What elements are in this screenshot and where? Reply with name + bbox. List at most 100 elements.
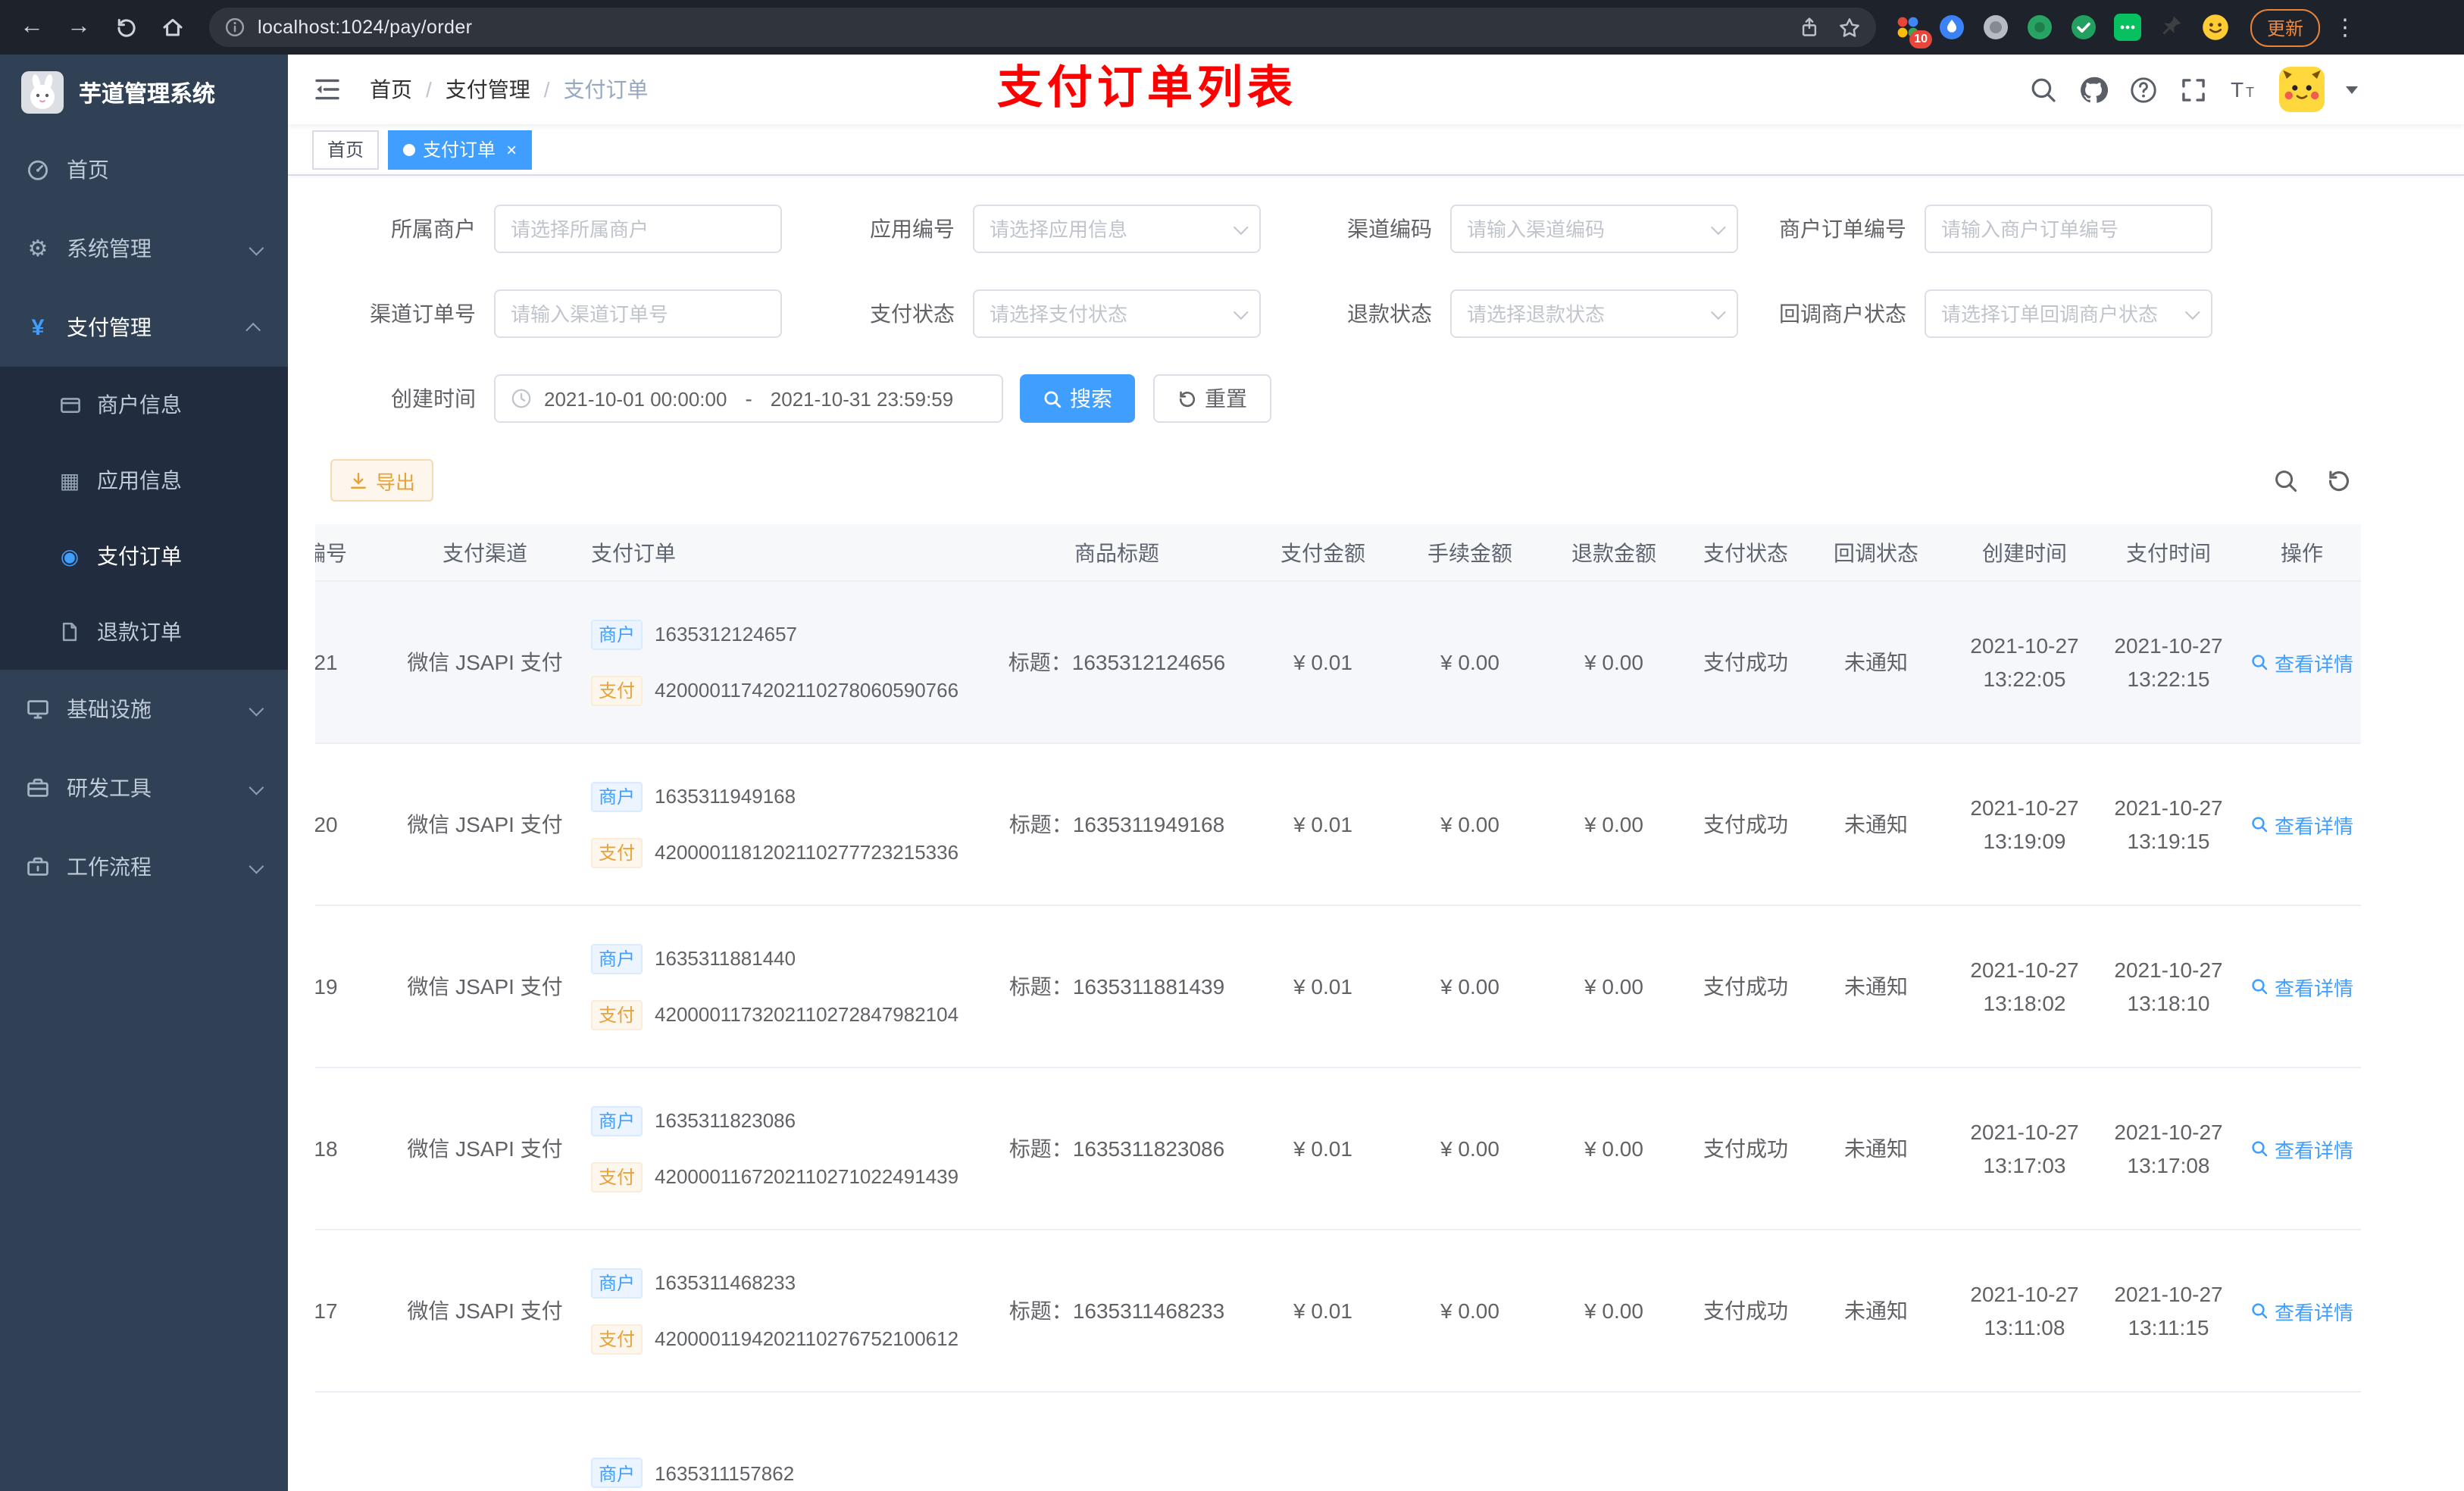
fullscreen-icon[interactable] <box>2179 75 2208 104</box>
chevron-down-icon <box>2184 304 2200 320</box>
channel-code-select[interactable] <box>1450 205 1738 253</box>
cell-pay-order: 商户 1635311157862 支付 <box>579 1393 994 1491</box>
cell-pay-order: 商户 1635311949168 支付 42000011812021102777… <box>579 744 994 905</box>
notify-status-input[interactable] <box>1941 302 2176 325</box>
app-input[interactable] <box>990 217 1224 240</box>
top-navbar: 首页 / 支付管理 / 支付订单 支付订单列表 TT <box>288 55 2464 124</box>
search-button[interactable]: 搜索 <box>1020 374 1135 423</box>
tab-pay-order[interactable]: 支付订单 × <box>388 130 533 169</box>
cell-action: 查看详情 <box>2243 1393 2361 1491</box>
pay-status-input[interactable] <box>990 302 1224 325</box>
font-size-icon[interactable]: TT <box>2229 75 2258 104</box>
refresh-button[interactable] <box>2326 467 2352 493</box>
view-detail-link[interactable]: 查看详情 <box>2250 1296 2353 1325</box>
site-info-icon[interactable] <box>224 17 245 38</box>
view-detail-link[interactable]: 查看详情 <box>2250 1134 2353 1163</box>
back-button[interactable]: ← <box>12 8 52 47</box>
sidebar-item-devtools[interactable]: 研发工具 <box>0 749 288 827</box>
breadcrumb-payment[interactable]: 支付管理 <box>446 74 530 105</box>
merchant-select[interactable] <box>494 205 782 253</box>
merchant-order-no-field[interactable] <box>1925 205 2212 253</box>
back-icon: ← <box>20 14 44 39</box>
bookmark-star-icon[interactable] <box>1838 16 1861 39</box>
help-icon[interactable] <box>2129 75 2158 104</box>
cell-status <box>1694 1393 1797 1491</box>
sidebar-item-label: 支付订单 <box>97 544 182 568</box>
merchant-order-no-input[interactable] <box>1941 217 2196 240</box>
merchant-order-no: 1635311949168 <box>655 785 796 808</box>
pin-icon[interactable] <box>2158 14 2185 41</box>
sidebar-item-refund-order[interactable]: 退款订单 <box>0 594 288 670</box>
extension-badge: 10 <box>1909 30 1932 48</box>
cell-refund <box>1534 1393 1694 1491</box>
cell-action: 查看详情 <box>2243 906 2361 1067</box>
extensions-tray: 10 <box>1894 14 2229 48</box>
sidebar-item-system[interactable]: ⚙ 系统管理 <box>0 209 288 288</box>
pay-tag: 支付 <box>591 1324 643 1354</box>
notify-status-select[interactable] <box>1925 289 2212 338</box>
address-bar[interactable]: localhost:1024/pay/order <box>209 8 1876 47</box>
sidebar-item-payment[interactable]: ¥ 支付管理 <box>0 288 288 367</box>
app-select[interactable] <box>973 205 1261 253</box>
profile-emoji-icon[interactable] <box>2202 14 2229 41</box>
reload-button[interactable] <box>106 8 145 47</box>
title-value: 1635311881439 <box>1072 974 1225 999</box>
filter-label: 退款状态 <box>1347 302 1432 326</box>
close-icon[interactable]: × <box>506 139 517 160</box>
extension-chat-icon[interactable] <box>2114 14 2141 41</box>
app-logo[interactable]: 芋道管理系统 <box>0 55 288 130</box>
channel-order-no: 4200001167202110271022491439 <box>655 1165 959 1188</box>
sidebar-item-infra[interactable]: 基础设施 <box>0 670 288 749</box>
grid-icon: ▦ <box>59 468 80 492</box>
home-button[interactable] <box>153 8 192 47</box>
merchant-order-no: 1635311823086 <box>655 1109 796 1132</box>
extension-check-icon[interactable] <box>2070 14 2097 41</box>
breadcrumb-home[interactable]: 首页 <box>370 74 412 105</box>
cell-title: 标题： 1635311949168 <box>994 744 1240 905</box>
channel-code-input[interactable] <box>1467 217 1702 240</box>
cell-title: 标题： 1635311823086 <box>994 1068 1240 1229</box>
extension-drop-icon[interactable] <box>1938 14 1965 41</box>
sidebar-item-label: 基础设施 <box>67 697 152 721</box>
extension-green-icon[interactable] <box>2026 14 2053 41</box>
sidebar-item-label: 首页 <box>67 158 109 182</box>
view-detail-link[interactable]: 查看详情 <box>2250 648 2353 677</box>
pay-status-select[interactable] <box>973 289 1261 338</box>
sidebar-item-app-info[interactable]: ▦ 应用信息 <box>0 442 288 518</box>
search-toggle-button[interactable] <box>2273 467 2299 493</box>
cell-pay-time: 2021-10-27 13:19:15 <box>2114 796 2223 853</box>
extension-gray-icon[interactable] <box>1982 14 2009 41</box>
title-prefix: 标题： <box>1008 974 1073 999</box>
update-button[interactable]: 更新 <box>2250 8 2321 46</box>
sidebar-item-pay-order[interactable]: ◉ 支付订单 <box>0 518 288 594</box>
tab-home[interactable]: 首页 <box>312 130 380 169</box>
column-header: 操作 <box>2281 540 2323 564</box>
channel-order-no-field[interactable] <box>494 289 782 338</box>
sidebar-item-home[interactable]: 首页 <box>0 130 288 209</box>
collapse-sidebar-button[interactable] <box>312 74 342 105</box>
sidebar-item-workflow[interactable]: 工作流程 <box>0 827 288 906</box>
avatar-caret-icon[interactable] <box>2346 86 2358 100</box>
view-detail-link[interactable]: 查看详情 <box>2250 972 2353 1001</box>
search-icon[interactable] <box>2029 75 2058 104</box>
export-button[interactable]: 导出 <box>330 459 434 502</box>
avatar[interactable] <box>2279 67 2325 112</box>
cell-status: 支付成功 <box>1703 1136 1788 1161</box>
github-icon[interactable] <box>2079 75 2108 104</box>
view-detail-link[interactable]: 查看详情 <box>2250 810 2353 839</box>
create-time-range-picker[interactable]: 2021-10-01 00:00:00 - 2021-10-31 23:59:5… <box>494 374 1003 423</box>
table-body: 21 微信 JSAPI 支付 商户 1635312124657 支付 42000… <box>315 582 2361 1491</box>
table-row: 商户 1635311157862 支付 标题： 查看详情 <box>315 1393 2361 1491</box>
merchant-input[interactable] <box>511 217 765 240</box>
refund-status-input[interactable] <box>1467 302 1702 325</box>
share-icon[interactable] <box>1799 17 1820 38</box>
extension-grid-icon[interactable]: 10 <box>1894 14 1932 48</box>
merchant-order-no: 1635311881440 <box>655 947 796 970</box>
sidebar-item-merchant-info[interactable]: 商户信息 <box>0 367 288 442</box>
refund-status-select[interactable] <box>1450 289 1738 338</box>
cell-amount: ¥ 0.01 <box>1293 974 1352 999</box>
forward-button[interactable]: → <box>59 8 98 47</box>
reset-button[interactable]: 重置 <box>1153 374 1271 423</box>
browser-menu-button[interactable]: ⋮ <box>2332 14 2358 41</box>
channel-order-no-input[interactable] <box>511 302 765 325</box>
